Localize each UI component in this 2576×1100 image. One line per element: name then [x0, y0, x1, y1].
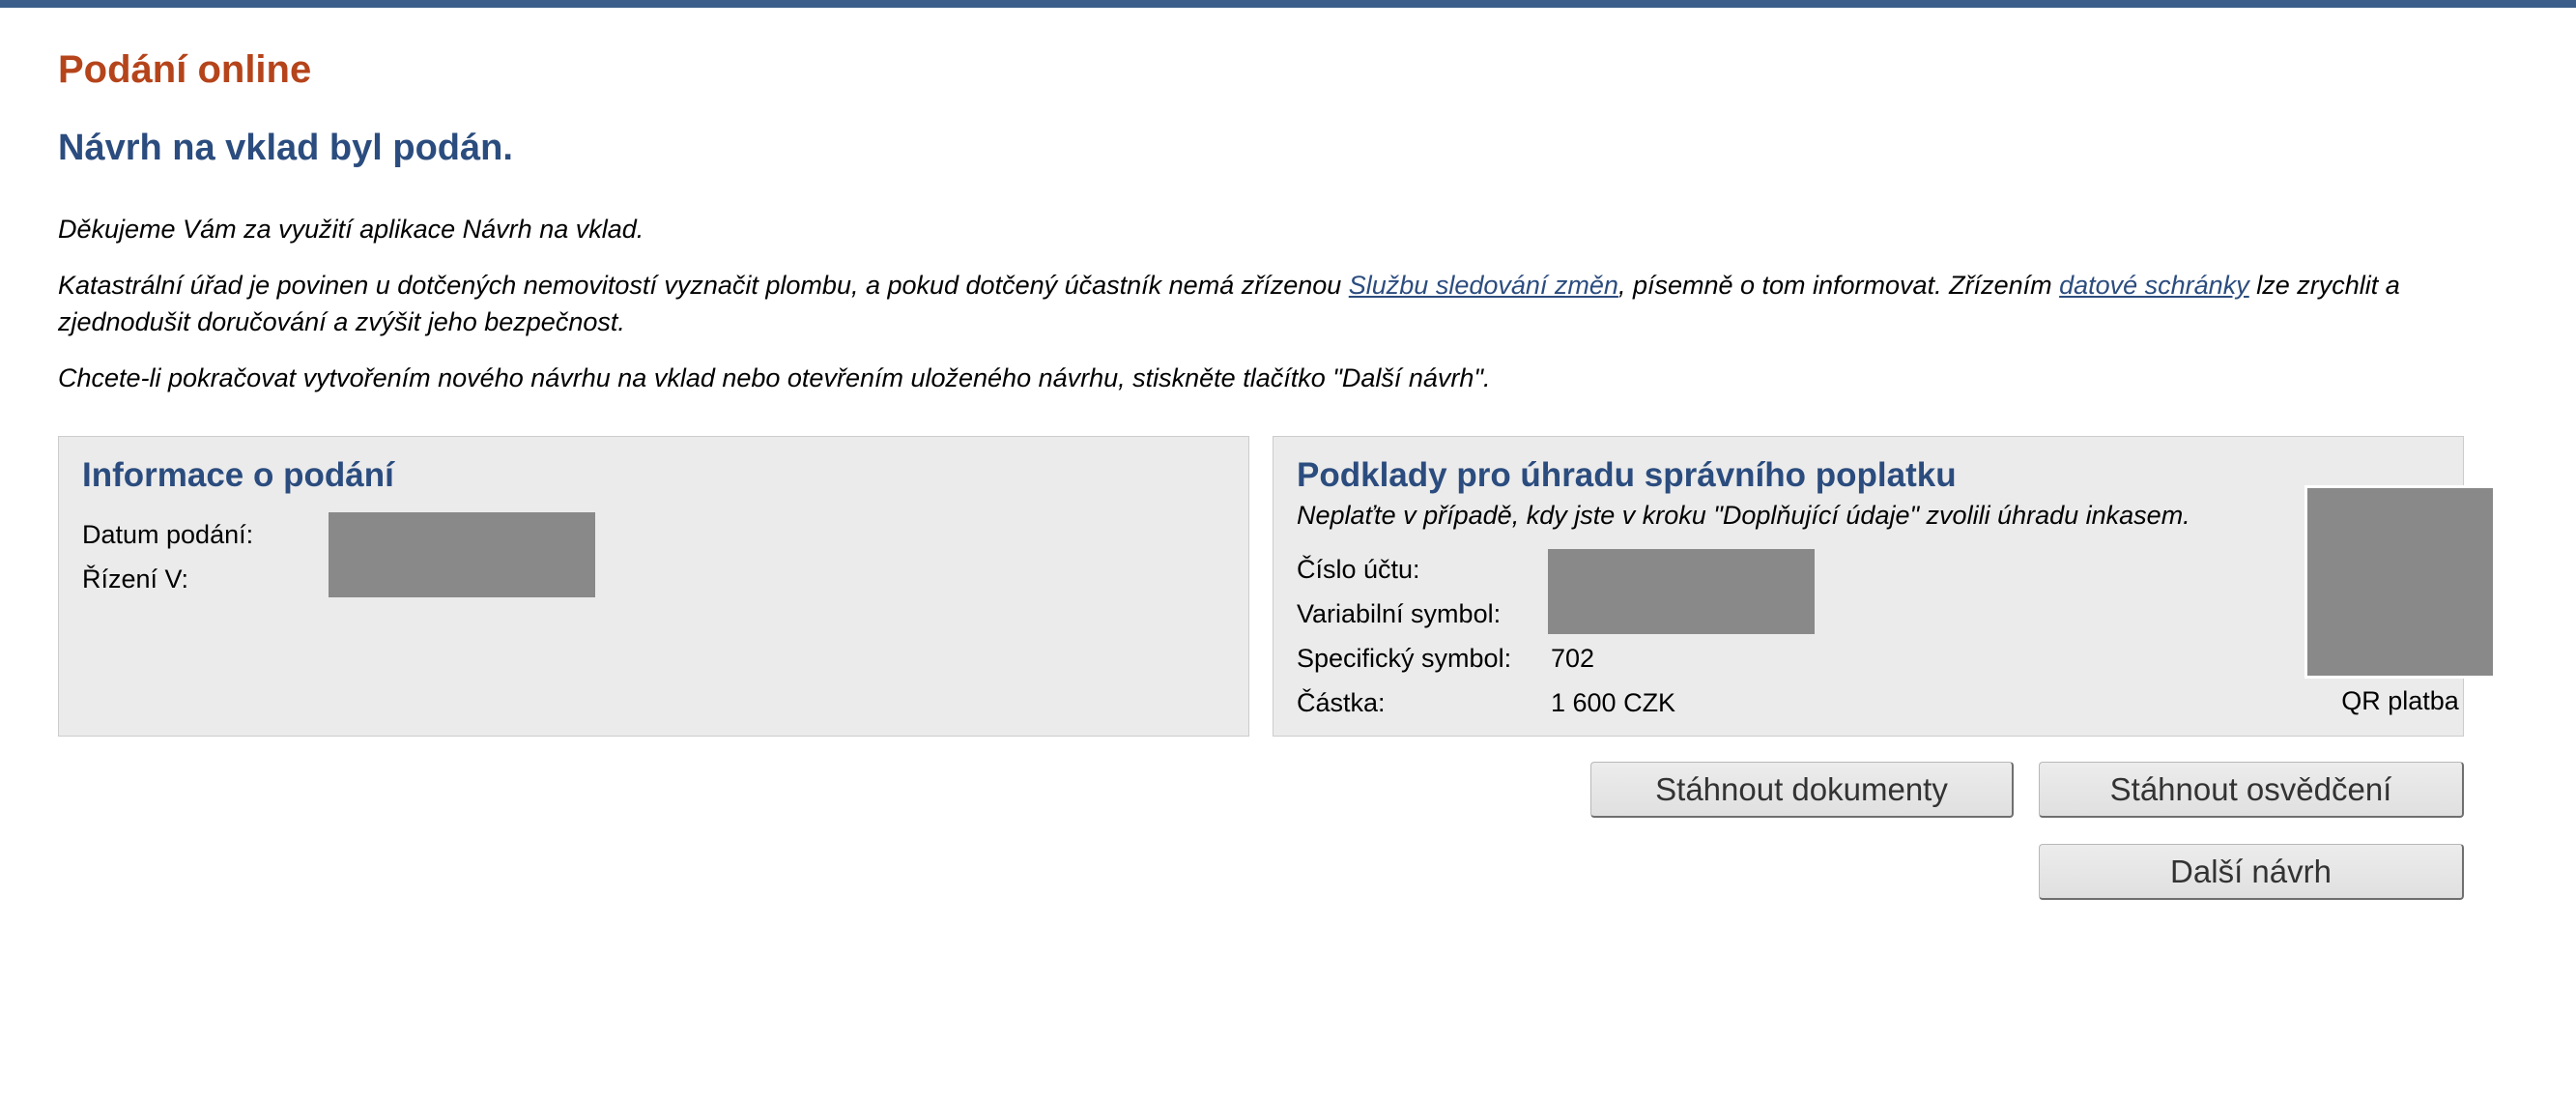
app-title: Podání online	[58, 48, 312, 91]
download-certificate-button[interactable]: Stáhnout osvědčení	[2039, 762, 2464, 818]
thanks-message: Děkujeme Vám za využití aplikace Návrh n…	[58, 215, 644, 244]
change-tracking-service-link[interactable]: Službu sledování změn	[1349, 271, 1618, 300]
info-text-part2: , písemně o tom informovat. Zřízením	[1617, 271, 2060, 300]
next-proposal-button[interactable]: Další návrh	[2039, 844, 2464, 900]
submission-info-panel: Informace o podání Datum podání: Řízení …	[58, 436, 1249, 737]
fee-payment-panel: Podklady pro úhradu správního poplatku N…	[1273, 436, 2496, 737]
variable-symbol-label: Variabilní symbol:	[1297, 599, 1502, 628]
amount-value: 1 600 CZK	[1551, 688, 1676, 717]
qr-payment-caption: QR platba	[2341, 686, 2459, 715]
fee-payment-heading: Podklady pro úhradu správního poplatku	[1297, 456, 1957, 494]
amount-label: Částka:	[1297, 688, 1386, 717]
specific-symbol-value: 702	[1551, 644, 1595, 673]
data-box-link[interactable]: datové schránky	[2059, 271, 2249, 300]
continue-message: Chcete-li pokračovat vytvořením nového n…	[58, 363, 1491, 392]
qr-payment-code	[2304, 485, 2496, 679]
submission-date-label: Datum podání:	[82, 520, 254, 549]
proceeding-number-label: Řízení V:	[82, 564, 189, 593]
fee-payment-note: Neplaťte v případě, kdy jste v kroku "Do…	[1297, 501, 2190, 530]
redacted-submission-values	[329, 512, 595, 597]
page-title: Návrh na vklad byl podán.	[58, 128, 513, 168]
submission-info-heading: Informace o podání	[82, 456, 394, 494]
top-accent-bar	[0, 0, 2576, 8]
redacted-payment-values	[1548, 549, 1815, 634]
info-message: Katastrální úřad je povinen u dotčených …	[58, 267, 2454, 340]
account-number-label: Číslo účtu:	[1297, 555, 1420, 584]
download-documents-button[interactable]: Stáhnout dokumenty	[1590, 762, 2014, 818]
specific-symbol-label: Specifický symbol:	[1297, 644, 1512, 673]
info-text-part1: Katastrální úřad je povinen u dotčených …	[58, 271, 1349, 300]
